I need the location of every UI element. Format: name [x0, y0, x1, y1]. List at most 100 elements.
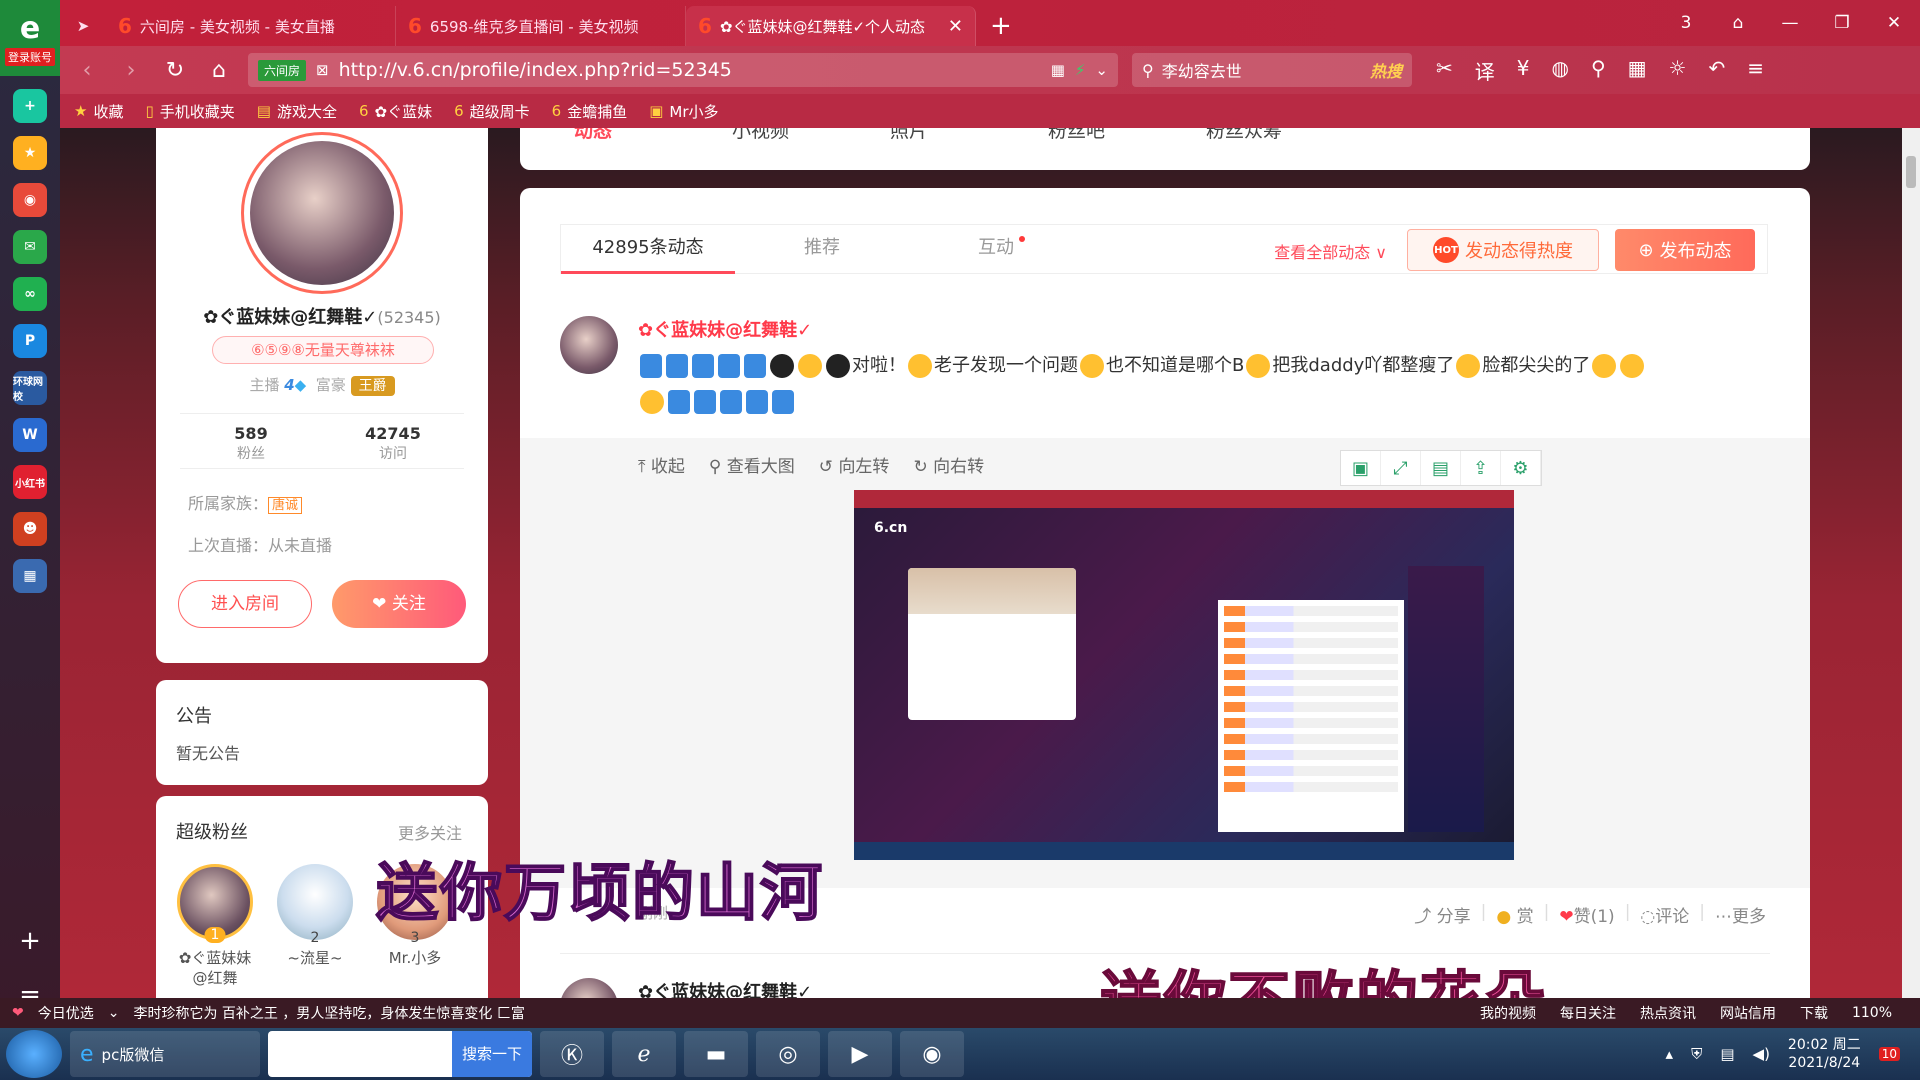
post-author-name[interactable]: ✿ぐ蓝妹妹@红舞鞋✓	[638, 978, 812, 998]
profile-nav-item[interactable]: 照片	[890, 128, 1048, 143]
network-icon[interactable]: ▤	[1720, 1045, 1734, 1063]
like-button[interactable]: ❤赞(1)	[1559, 902, 1614, 927]
browser-logo[interactable]: e 登录账号	[0, 0, 60, 76]
fan-name[interactable]: ~流星~	[272, 948, 358, 968]
dock-app-icon[interactable]: P	[13, 324, 47, 358]
tab-3[interactable]: 6 ✿ぐ蓝妹妹@红舞鞋✓个人动态 ✕	[686, 6, 976, 46]
fullscreen-icon[interactable]: ⤢	[1381, 451, 1421, 485]
profile-avatar-ring[interactable]	[241, 132, 403, 294]
family-tag[interactable]: 唐诚	[268, 497, 303, 514]
status-bar-item[interactable]: 我的视频	[1480, 1003, 1536, 1023]
dock-app-icon[interactable]: +	[13, 89, 47, 123]
status-bar-item[interactable]: 下载	[1800, 1003, 1828, 1023]
magnifier-icon[interactable]: ⚲	[1591, 56, 1606, 85]
add-app-icon[interactable]: +	[19, 926, 41, 956]
home-icon[interactable]: ⌂	[204, 58, 234, 83]
view-all-posts-dropdown[interactable]: 查看全部动态 ∨	[1274, 239, 1387, 263]
shirt-icon[interactable]: ⌂	[1712, 13, 1764, 33]
fan-avatar[interactable]: 1	[177, 864, 253, 943]
dock-app-icon[interactable]: ◉	[13, 183, 47, 217]
tab-recommend[interactable]: 推荐	[735, 224, 909, 274]
taskbar-k-app[interactable]: Ⓚ	[540, 1031, 604, 1077]
chevron-down-icon[interactable]: ⌄	[1095, 61, 1108, 79]
status-bar-item[interactable]: 每日关注	[1560, 1003, 1616, 1023]
hot-search-badge[interactable]: 热搜	[1370, 58, 1402, 82]
profile-avatar[interactable]	[250, 141, 394, 285]
taskbar-app-browser[interactable]: e pc版微信	[70, 1031, 260, 1077]
search-text[interactable]: 李幼容去世	[1162, 58, 1242, 82]
login-button[interactable]: 登录账号	[5, 47, 55, 66]
follow-button[interactable]: ❤ 关注	[332, 580, 466, 628]
bookmark-item[interactable]: ▣ Mr小多	[649, 101, 718, 122]
comment-button[interactable]: ◌评论	[1640, 902, 1689, 927]
tray-arrow-icon[interactable]: ▴	[1666, 1045, 1674, 1063]
hot-post-button[interactable]: HOT 发动态得热度	[1407, 229, 1599, 271]
grid-icon[interactable]: ▦	[1628, 56, 1647, 85]
post-screenshot-image[interactable]: 6.cn	[854, 490, 1514, 860]
bookmark-item[interactable]: ▤ 游戏大全	[257, 101, 337, 122]
back-icon[interactable]: ‹	[72, 58, 102, 83]
scrollbar-thumb[interactable]	[1906, 156, 1916, 188]
clock[interactable]: 20:02 周二 2021/8/24	[1788, 1036, 1861, 1072]
rotate-left-button[interactable]: ↺ 向左转	[819, 452, 890, 477]
download-icon[interactable]: ▤	[1421, 451, 1461, 485]
menu-icon[interactable]: ≡	[1747, 56, 1764, 85]
scissors-icon[interactable]: ✂	[1436, 56, 1453, 85]
search-button[interactable]: 搜索一下	[451, 1031, 532, 1077]
dock-app-icon[interactable]: ∞	[13, 277, 47, 311]
profile-nav-item[interactable]: 粉丝吧	[1048, 128, 1206, 143]
tab-interact[interactable]: 互动	[909, 224, 1083, 274]
dock-app-icon[interactable]: ★	[13, 136, 47, 170]
post-author-name[interactable]: ✿ぐ蓝妹妹@红舞鞋✓	[638, 316, 812, 342]
gamepad-icon[interactable]: ◍	[1552, 56, 1569, 85]
post-author-avatar[interactable]	[560, 978, 618, 998]
notification-badge[interactable]: 10	[1878, 1047, 1900, 1061]
bookmark-item[interactable]: ★ 收藏	[74, 101, 123, 122]
share-button[interactable]: ⤴ 分享	[1414, 902, 1470, 927]
page-scrollbar[interactable]	[1902, 128, 1920, 998]
restore-icon[interactable]: ❐	[1816, 13, 1868, 33]
share-icon[interactable]: ⇪	[1461, 451, 1501, 485]
new-tab-icon[interactable]: +	[976, 6, 1026, 46]
tab-1[interactable]: 6 六间房 - 美女视频 - 美女直播	[106, 6, 396, 46]
url-text[interactable]: http://v.6.cn/profile/index.php?rid=5234…	[339, 59, 1041, 81]
lightning-icon[interactable]: ⚡	[1075, 61, 1086, 79]
news-ticker[interactable]: 李时珍称它为 百补之王 ，男人坚持吃，身体发生惊喜变化 匚富	[133, 1003, 524, 1023]
collapse-button[interactable]: ⤒ 收起	[638, 452, 685, 477]
tab-all-posts[interactable]: 42895条动态	[561, 224, 735, 274]
more-follows-link[interactable]: 更多关注	[398, 820, 462, 844]
minimize-icon[interactable]: —	[1764, 13, 1816, 33]
dock-app-icon[interactable]: ✉	[13, 230, 47, 264]
dock-app-icon[interactable]: 环球网校	[13, 371, 47, 405]
nav-arrow-icon[interactable]: ➤	[60, 6, 106, 46]
bookmark-item[interactable]: 6 超级周卡	[454, 101, 530, 122]
profile-nav-item[interactable]: 粉丝众筹	[1206, 128, 1364, 143]
tip-button[interactable]: ● 赏	[1496, 902, 1533, 927]
more-button[interactable]: ⋯更多	[1715, 902, 1766, 927]
fan-name[interactable]: ✿ぐ蓝妹妹@红舞	[172, 948, 258, 988]
rotate-right-button[interactable]: ↻ 向右转	[913, 452, 984, 477]
close-tab-icon[interactable]: ✕	[948, 16, 963, 37]
settings-icon[interactable]: ⚙	[1501, 451, 1541, 485]
taskbar-360[interactable]: ◎	[756, 1031, 820, 1077]
fan-item[interactable]: 1 ✿ぐ蓝妹妹@红舞	[172, 864, 258, 988]
profile-nav-item[interactable]: 动态	[574, 128, 732, 143]
qr-icon[interactable]: ▦	[1051, 61, 1065, 79]
fan-avatar[interactable]: 2	[277, 864, 353, 946]
fan-name[interactable]: Mr.小多	[372, 948, 458, 968]
translate-icon[interactable]: 译	[1475, 56, 1495, 85]
fans-stat[interactable]: 589 粉丝	[180, 414, 322, 468]
enter-room-button[interactable]: 进入房间	[178, 580, 312, 628]
fan-item[interactable]: 2 ~流星~	[272, 864, 358, 968]
save-icon[interactable]: ▣	[1341, 451, 1381, 485]
tab-count-badge[interactable]: 3	[1660, 13, 1712, 33]
dock-app-icon[interactable]: ▦	[13, 559, 47, 593]
refresh-icon[interactable]: ↻	[160, 58, 190, 83]
forward-icon[interactable]: ›	[116, 58, 146, 83]
bookmark-item[interactable]: ▯ 手机收藏夹	[145, 101, 234, 122]
search-box[interactable]: ⚲ 李幼容去世 热搜	[1132, 53, 1412, 87]
dock-app-icon[interactable]: W	[13, 418, 47, 452]
publish-post-button[interactable]: ⊕ 发布动态	[1615, 229, 1755, 271]
dock-app-icon[interactable]: ☻	[13, 512, 47, 546]
zoom-level[interactable]: 110%	[1852, 1005, 1892, 1021]
